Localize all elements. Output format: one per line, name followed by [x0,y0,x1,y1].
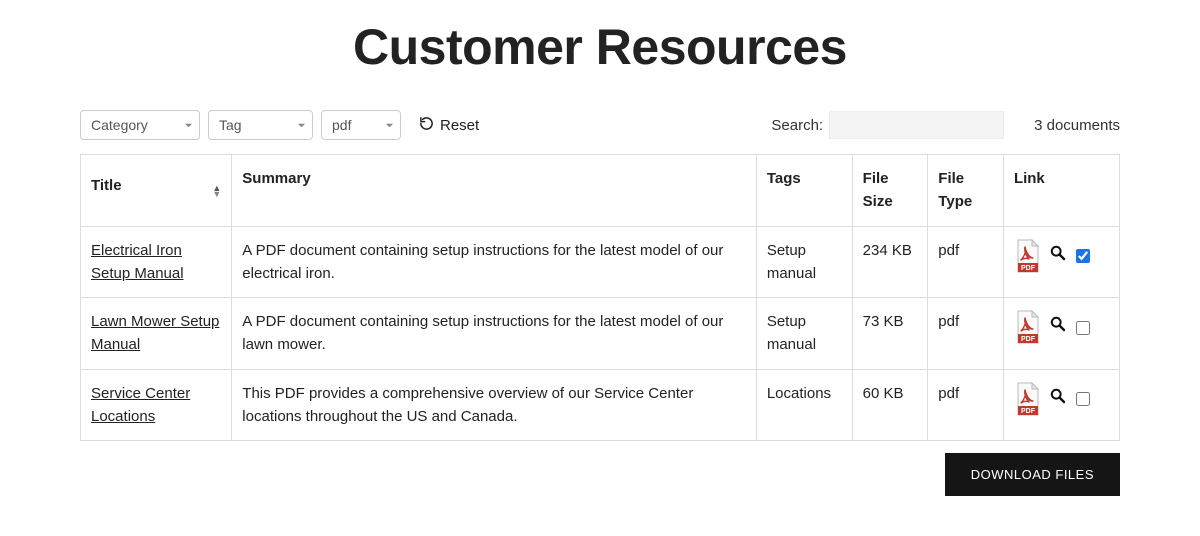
documents-table: Title ▲▼ Summary Tags File Size File Typ… [80,154,1120,441]
tag-dropdown[interactable]: Tag [208,110,313,140]
magnifier-icon[interactable] [1050,316,1066,339]
select-row-checkbox[interactable] [1076,321,1090,335]
column-header-tags[interactable]: Tags [756,155,852,227]
document-count: 3 documents [1034,117,1120,134]
download-files-button[interactable]: DOWNLOAD FILES [945,453,1120,496]
document-summary: This PDF provides a comprehensive overvi… [232,369,757,441]
filetype-dropdown-label: pdf [332,117,351,133]
pdf-icon[interactable] [1014,239,1042,280]
reset-button-label: Reset [440,117,479,134]
column-header-title-label: Title [91,174,122,197]
document-link[interactable]: Electrical Iron Setup Manual [91,242,184,282]
search-group: Search: [771,111,1004,139]
pdf-icon[interactable] [1014,310,1042,351]
document-link[interactable]: Service Center Locations [91,385,190,425]
select-row-checkbox[interactable] [1076,392,1090,406]
filter-bar: Category Tag pdf Reset [80,110,1120,140]
category-dropdown-label: Category [91,117,148,133]
document-filetype: pdf [928,298,1004,370]
table-row: Service Center Locations This PDF provide… [81,369,1120,441]
filetype-dropdown[interactable]: pdf [321,110,401,140]
document-filesize: 73 KB [852,298,928,370]
document-filetype: pdf [928,369,1004,441]
document-summary: A PDF document containing setup instruct… [232,226,757,298]
caret-down-icon [385,117,394,133]
search-label: Search: [771,117,823,134]
document-summary: A PDF document containing setup instruct… [232,298,757,370]
table-row: Lawn Mower Setup Manual A PDF document co… [81,298,1120,370]
magnifier-icon[interactable] [1050,245,1066,268]
document-filesize: 234 KB [852,226,928,298]
column-header-filesize[interactable]: File Size [852,155,928,227]
document-tags: Setup manual [756,298,852,370]
search-input[interactable] [829,111,1004,139]
caret-down-icon [184,117,193,133]
column-header-filetype[interactable]: File Type [928,155,1004,227]
column-header-summary[interactable]: Summary [232,155,757,227]
sort-icon: ▲▼ [212,185,221,197]
table-row: Electrical Iron Setup Manual A PDF docume… [81,226,1120,298]
document-tags: Locations [756,369,852,441]
tag-dropdown-label: Tag [219,117,242,133]
category-dropdown[interactable]: Category [80,110,200,140]
document-filesize: 60 KB [852,369,928,441]
magnifier-icon[interactable] [1050,388,1066,411]
select-row-checkbox[interactable] [1076,249,1090,263]
reset-button[interactable]: Reset [413,115,485,136]
caret-down-icon [297,117,306,133]
page-title: Customer Resources [80,18,1120,76]
document-tags: Setup manual [756,226,852,298]
table-header-row: Title ▲▼ Summary Tags File Size File Typ… [81,155,1120,227]
column-header-link[interactable]: Link [1003,155,1119,227]
reset-icon [419,116,434,135]
pdf-icon[interactable] [1014,382,1042,423]
column-header-title[interactable]: Title ▲▼ [81,155,232,227]
document-filetype: pdf [928,226,1004,298]
document-link[interactable]: Lawn Mower Setup Manual [91,313,219,353]
